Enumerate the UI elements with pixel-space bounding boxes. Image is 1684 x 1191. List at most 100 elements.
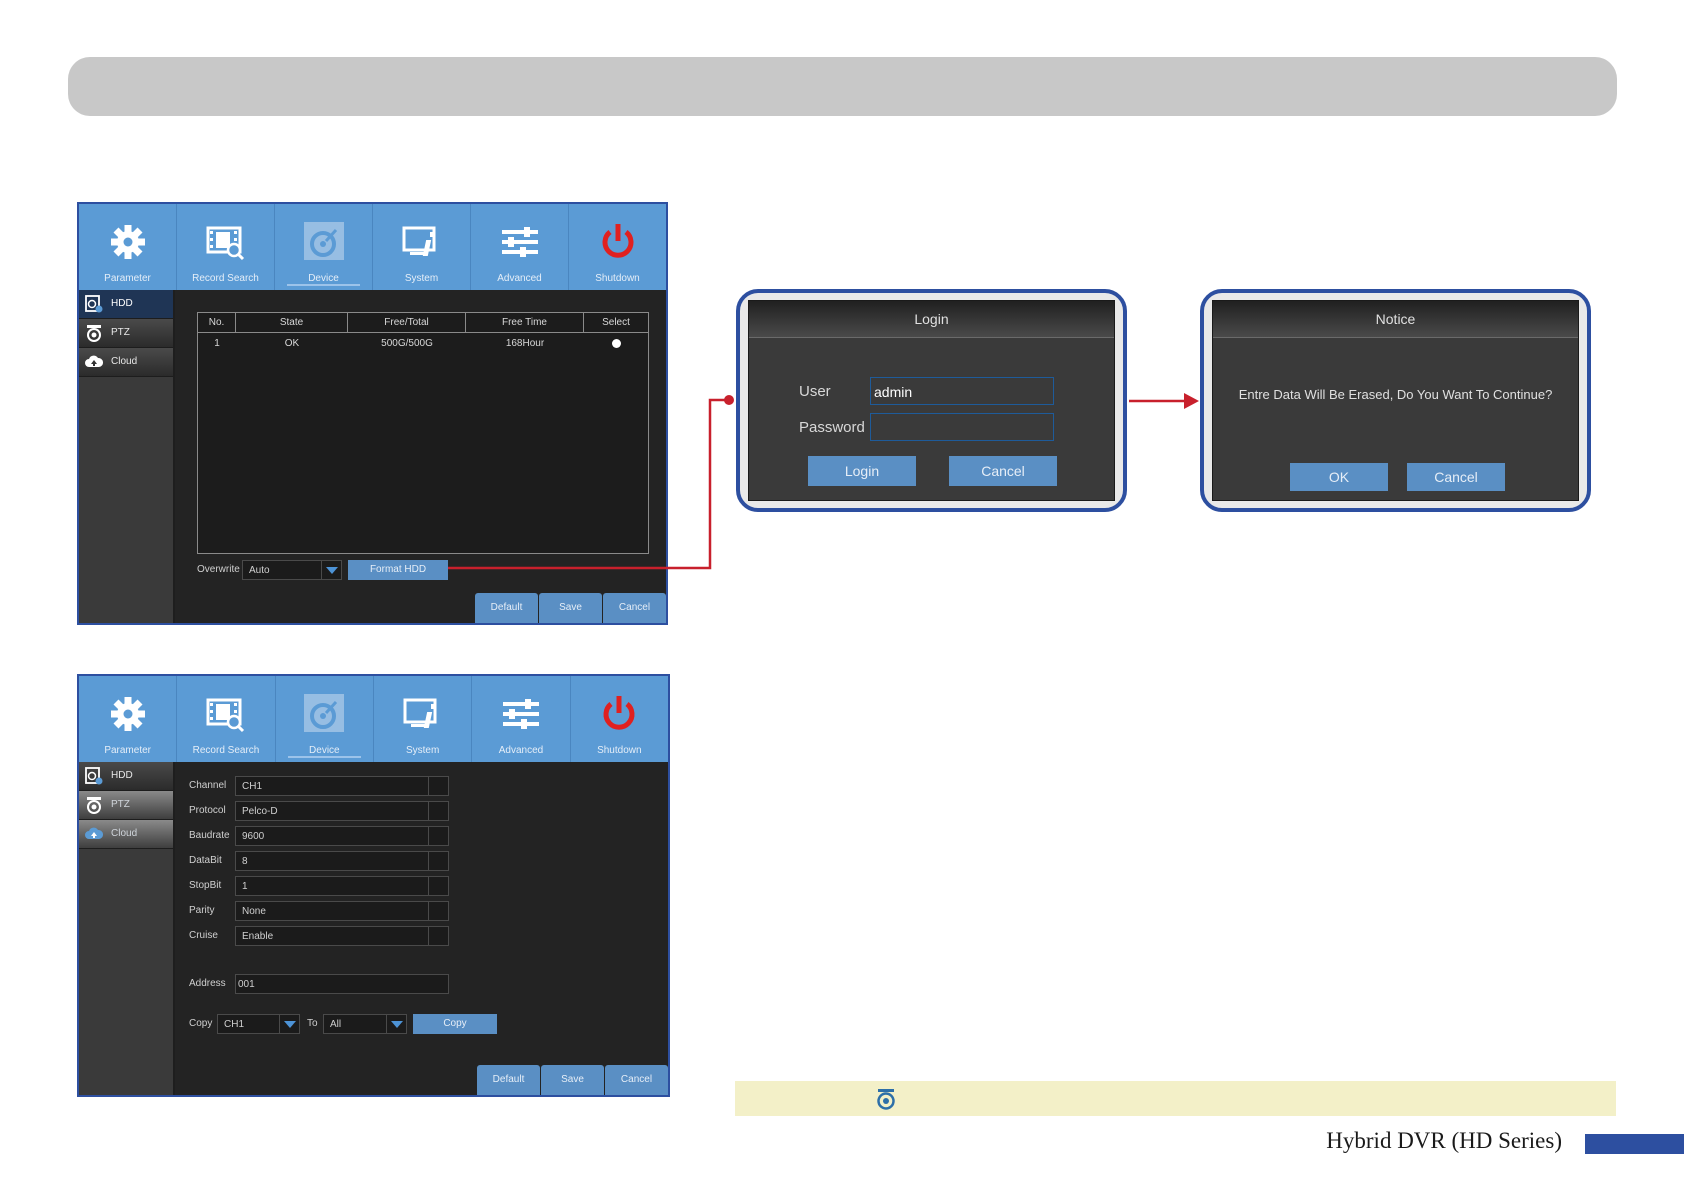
address-input[interactable]: 001 [235,974,449,994]
default-button[interactable]: Default [475,593,538,623]
footer-page-tab [1585,1134,1684,1154]
hdd-icon [85,295,103,313]
tab-label: Device [309,745,340,756]
stopbit-select[interactable]: 1 [235,876,449,896]
parity-label: Parity [189,905,215,916]
column-header: Select [602,317,630,328]
save-button[interactable]: Save [539,593,602,623]
gear-icon [110,697,145,731]
cruise-label: Cruise [189,930,218,941]
tab-label: Record Search [192,273,259,284]
protocol-value: Pelco-D [242,806,278,817]
note-band [735,1081,1616,1116]
login-button[interactable]: Login [808,456,916,486]
sidebar-item-label: PTZ [111,799,130,810]
sidebar-item-hdd[interactable]: HDD [79,762,173,791]
sidebar-item-label: HDD [111,770,133,781]
sliders-icon [502,699,539,729]
parity-value: None [242,906,266,917]
ptz-camera-icon [877,1089,895,1110]
databit-select[interactable]: 8 [235,851,449,871]
tab-device[interactable]: Device [276,676,374,762]
tab-label: Shutdown [595,273,640,284]
tab-label: Advanced [498,745,544,756]
cancel-button[interactable]: Cancel [949,456,1057,486]
tab-shutdown[interactable]: Shutdown [571,676,668,762]
active-tab-underline [287,284,360,286]
dialog-title: Notice [1213,301,1578,338]
format-hdd-button[interactable]: Format HDD [348,560,448,580]
copy-button[interactable]: Copy [413,1014,497,1034]
chevron-down-icon [428,852,448,870]
password-input[interactable] [870,413,1054,441]
overwrite-select[interactable]: Auto [242,560,342,580]
copy-to-select[interactable]: All [323,1014,407,1034]
sidebar-item-cloud[interactable]: Cloud [79,820,173,849]
sidebar-item-ptz[interactable]: PTZ [79,791,173,820]
tab-advanced[interactable]: Advanced [472,676,571,762]
sidebar-item-ptz[interactable]: PTZ [79,319,173,348]
hdd-icon [85,767,103,785]
tab-record-search[interactable]: Record Search [177,204,275,290]
column-header: Free Time [466,313,584,332]
copy-to-value: All [330,1019,342,1030]
chevron-down-icon [428,802,448,820]
copy-label: Copy [189,1018,213,1029]
tab-system[interactable]: System [373,204,471,290]
tab-label: Parameter [104,745,151,756]
sidebar: HDD PTZ Cloud [79,762,175,1095]
column-header: State [236,313,348,332]
power-icon [603,696,635,730]
sidebar-item-cloud[interactable]: Cloud [79,348,173,377]
cloud-icon [85,827,103,839]
sidebar-item-hdd[interactable]: HDD [79,290,173,319]
password-label: Password [799,419,865,436]
cruise-select[interactable]: Enable [235,926,449,946]
save-button[interactable]: Save [541,1065,604,1095]
overwrite-value: Auto [249,565,270,576]
tab-device[interactable]: Device [275,204,373,290]
dvr-hdd-screen: Parameter Record Search Device System Ad… [77,202,668,625]
default-button[interactable]: Default [477,1065,540,1095]
protocol-label: Protocol [189,805,226,816]
tab-record-search[interactable]: Record Search [177,676,276,762]
tab-label: Shutdown [597,745,642,756]
login-dialog: Login User admin Password Login Cancel [748,300,1115,501]
chevron-down-icon [428,877,448,895]
tab-label: Record Search [192,745,260,756]
select-radio[interactable] [611,338,621,348]
bottom-button-bar: Default Save Cancel [476,1065,668,1095]
sidebar-item-label: HDD [111,298,133,309]
hdd-table: No. State Free/Total Free Time Select 1 … [197,312,649,554]
ptz-camera-icon [87,797,101,814]
tab-label: System [405,745,440,756]
protocol-select[interactable]: Pelco-D [235,801,449,821]
film-search-icon [206,698,245,733]
tab-parameter[interactable]: Parameter [79,676,178,762]
tab-label: System [404,273,439,284]
tab-shutdown[interactable]: Shutdown [569,204,666,290]
parity-select[interactable]: None [235,901,449,921]
cancel-button[interactable]: Cancel [603,593,666,623]
tab-label: Parameter [104,273,151,284]
chevron-down-icon [428,777,448,795]
cancel-button[interactable]: Cancel [605,1065,668,1095]
user-value: admin [874,384,913,400]
cancel-button[interactable]: Cancel [1407,463,1505,491]
user-label: User [799,383,831,400]
arrowhead-icon [1184,393,1199,409]
film-search-icon [206,226,244,261]
cruise-value: Enable [242,931,274,942]
ok-button[interactable]: OK [1290,463,1388,491]
tab-system[interactable]: System [374,676,473,762]
sidebar-item-label: Cloud [111,356,138,367]
baudrate-select[interactable]: 9600 [235,826,449,846]
cell-free-time: 168Hour [505,338,545,349]
user-input[interactable]: admin [870,377,1054,405]
channel-select[interactable]: CH1 [235,776,449,796]
tab-advanced[interactable]: Advanced [471,204,569,290]
tab-parameter[interactable]: Parameter [79,204,177,290]
table-row[interactable]: 1 OK 500G/500G 168Hour [198,333,648,355]
copy-from-select[interactable]: CH1 [217,1014,300,1034]
cloud-icon [85,355,103,367]
